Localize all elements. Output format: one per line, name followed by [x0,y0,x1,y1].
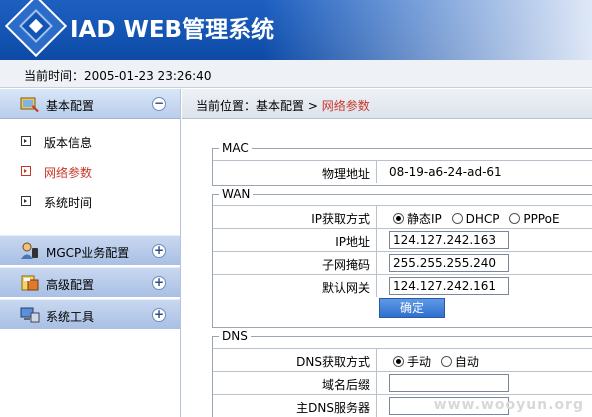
radio-selected-icon[interactable] [393,213,404,224]
sidebar-group-label: MGCP业务配置 [46,246,130,260]
domain-suffix-input[interactable] [389,374,509,392]
sidebar-group-label: 基本配置 [46,99,95,113]
expand-icon[interactable]: + [152,308,166,322]
wan-section: WAN IP获取方式 静态IP DHCP PPPoE IP地址 124.127.… [212,187,592,328]
phone-user-icon [21,242,38,259]
radio-dhcp[interactable]: DHCP [451,212,500,226]
arrow-bullet-icon [21,136,31,146]
sidebar-item-label: 版本信息 [44,136,93,150]
app-title: IAD WEB管理系统 [70,17,275,43]
sidebar-group-tools[interactable]: 系统工具 + [0,299,180,329]
sidebar-item-label: 系统时间 [44,196,93,210]
sidebar-group-label: 系统工具 [46,310,95,324]
watermark: www.wooyun.org [433,397,584,413]
radio-manual[interactable]: 手动 [393,355,431,369]
basic-config-icon [20,97,39,112]
mask-label: 子网掩码 [321,258,370,272]
radio-selected-icon[interactable] [393,356,404,367]
advanced-config-icon [21,275,39,291]
tools-computer-icon [20,307,40,323]
app-header: IAD WEB管理系统 [0,0,592,60]
gateway-label: 默认网关 [321,281,370,295]
dns-legend: DNS [219,329,251,343]
wan-mask-row: 子网掩码 255.255.255.240 [213,251,592,274]
mac-row: 物理地址 08-19-a6-24-ad-61 [213,160,592,183]
breadcrumb-prefix: 当前位置：基本配置 > [196,99,322,113]
breadcrumb: 当前位置：基本配置 > 网络参数 [182,89,592,119]
radio-static-ip[interactable]: 静态IP [393,212,442,226]
wan-gateway-row: 默认网关 124.127.242.161 [213,274,592,297]
radio-pppoe[interactable]: PPPoE [509,212,560,226]
sidebar-group-mgcp[interactable]: MGCP业务配置 + [0,235,180,265]
sidebar-group-advanced[interactable]: 高级配置 + [0,267,180,297]
radio-icon[interactable] [440,356,452,367]
dns-method-row: DNS获取方式 手动 自动 [213,348,592,371]
sidebar-item-network[interactable]: 网络参数 [0,161,180,183]
radio-auto[interactable]: 自动 [440,355,479,369]
radio-icon[interactable] [451,213,463,224]
sidebar-item-version[interactable]: 版本信息 [0,131,180,153]
sidebar: 基本配置 − 版本信息 网络参数 系统时间 MGCP业务配置 + 高级配置 + … [0,89,181,417]
wan-method-row: IP获取方式 静态IP DHCP PPPoE [213,205,592,228]
dns-suffix-row: 域名后缀 [213,371,592,394]
mac-legend: MAC [219,141,252,155]
collapse-icon[interactable]: − [152,97,166,111]
ip-label: IP地址 [335,235,370,249]
sidebar-item-label: 网络参数 [44,166,93,180]
wan-button-row: 确定 [213,297,592,320]
wan-method-radio-group: 静态IP DHCP PPPoE [393,210,566,227]
arrow-bullet-icon [21,166,31,176]
dns-method-label: DNS获取方式 [296,355,370,369]
wan-legend: WAN [219,187,254,201]
arrow-bullet-icon [21,196,31,206]
sidebar-group-basic[interactable]: 基本配置 − [0,89,180,119]
gateway-input[interactable]: 124.127.242.161 [389,277,509,295]
dns-method-radio-group: 手动 自动 [393,353,485,370]
sidebar-item-time[interactable]: 系统时间 [0,191,180,213]
mac-label: 物理地址 [321,167,370,181]
breadcrumb-current: 网络参数 [321,99,370,113]
primary-dns-label: 主DNS服务器 [296,401,370,415]
expand-icon[interactable]: + [152,276,166,290]
wan-method-label: IP获取方式 [311,212,370,226]
ip-address-input[interactable]: 124.127.242.163 [389,231,509,249]
expand-icon[interactable]: + [152,244,166,258]
confirm-button[interactable]: 确定 [379,298,445,318]
header-gradient [262,0,592,60]
current-time: 当前时间：2005-01-23 23:26:40 [24,69,212,83]
mac-value: 08-19-a6-24-ad-61 [389,165,502,179]
radio-icon[interactable] [509,213,521,224]
domain-suffix-label: 域名后缀 [321,378,370,392]
mac-section: MAC 物理地址 08-19-a6-24-ad-61 [212,141,592,186]
time-bar: 当前时间：2005-01-23 23:26:40 [0,60,592,88]
wan-ip-row: IP地址 124.127.242.163 [213,228,592,251]
logo-icon [4,0,68,58]
main-content: MAC 物理地址 08-19-a6-24-ad-61 WAN IP获取方式 静态… [182,120,592,417]
subnet-mask-input[interactable]: 255.255.255.240 [389,254,509,272]
sidebar-group-label: 高级配置 [46,278,95,292]
